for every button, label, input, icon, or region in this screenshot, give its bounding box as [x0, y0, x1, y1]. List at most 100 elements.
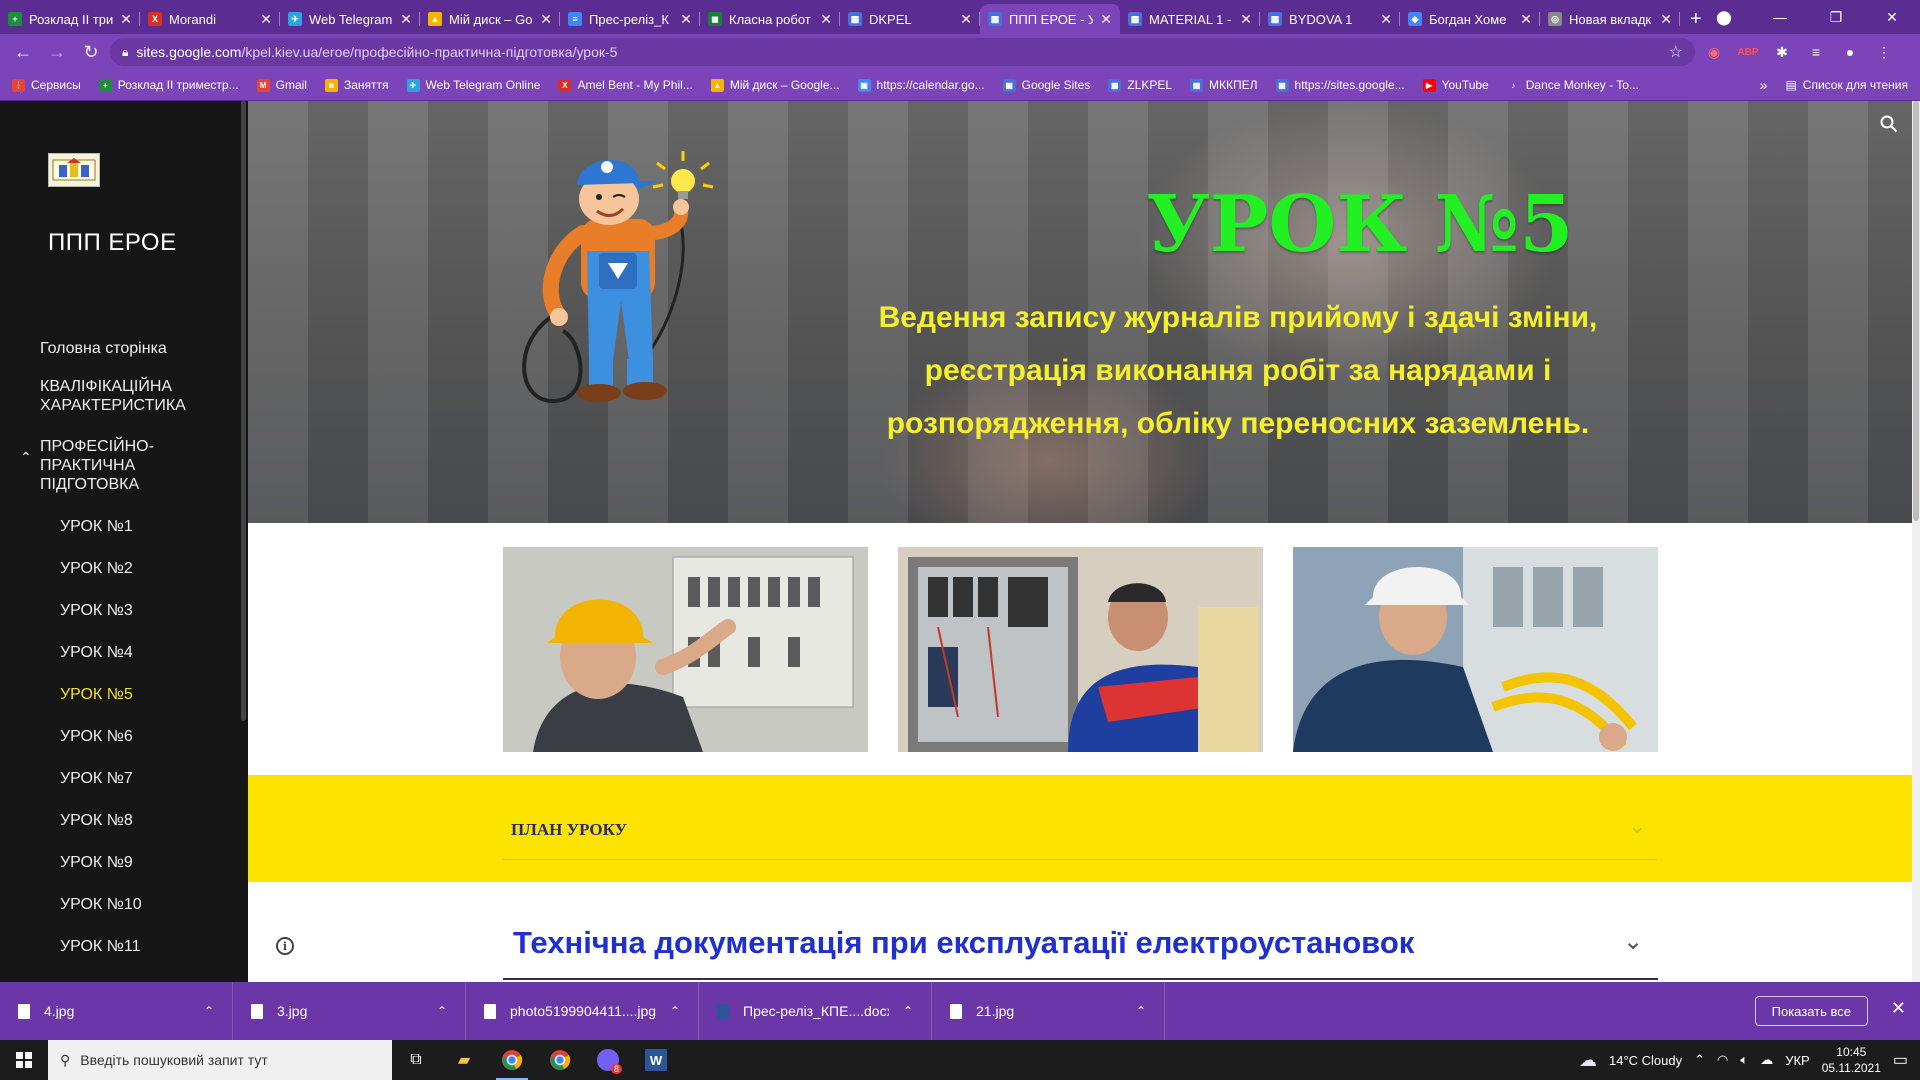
collapse-chevron-icon[interactable]: ⌃	[20, 449, 32, 466]
download-item[interactable]: photo5199904411....jpg ⌃	[466, 982, 699, 1040]
profile-menu-icon[interactable]: ⬤	[1696, 9, 1752, 26]
notifications-icon[interactable]: ▭	[1893, 1050, 1908, 1070]
chevron-up-icon[interactable]: ⌃	[1136, 1004, 1146, 1018]
bookmark-item[interactable]: M Gmail	[256, 78, 307, 92]
bookmark-item[interactable]: X Amel Bent - My Phil...	[558, 78, 693, 92]
close-tab-icon[interactable]: ✕	[820, 11, 832, 28]
nav-lesson-item[interactable]: УРОК №11	[0, 926, 248, 968]
chevron-up-icon[interactable]: ⌃	[437, 1004, 447, 1018]
nav-lesson-item[interactable]: УРОК №12	[0, 968, 248, 982]
browser-tab[interactable]: ▲ Мій диск – Go ✕	[420, 4, 560, 34]
nav-lesson-item[interactable]: УРОК №6	[0, 716, 248, 758]
nav-item-qualification[interactable]: КВАЛІФІКАЦІЙНА ХАРАКТЕРИСТИКА	[0, 377, 248, 415]
nav-lesson-item[interactable]: УРОК №10	[0, 884, 248, 926]
close-tab-icon[interactable]: ✕	[1240, 11, 1252, 28]
chrome-taskbar-icon[interactable]	[488, 1040, 536, 1080]
bookmark-item[interactable]: ▦ ZLKPEL	[1108, 78, 1172, 92]
download-item[interactable]: 4.jpg ⌃	[0, 982, 233, 1040]
chevron-down-icon[interactable]: ⌄	[1628, 813, 1646, 839]
chevron-up-icon[interactable]: ⌃	[204, 1004, 214, 1018]
nav-lesson-item[interactable]: УРОК №7	[0, 758, 248, 800]
close-tab-icon[interactable]: ✕	[1380, 11, 1392, 28]
nav-lesson-item[interactable]: УРОК №8	[0, 800, 248, 842]
browser-tab[interactable]: ◆ Богдан Хоме ✕	[1400, 4, 1540, 34]
documentation-title[interactable]: Технічна документація при експлуатації е…	[513, 925, 1414, 961]
close-tab-icon[interactable]: ✕	[960, 11, 972, 28]
search-icon[interactable]	[1880, 115, 1898, 139]
bookmark-item[interactable]: ▦ https://sites.google...	[1275, 78, 1405, 92]
close-tab-icon[interactable]: ✕	[1520, 11, 1532, 28]
back-button[interactable]: ←	[8, 37, 38, 67]
bookmark-item[interactable]: ♪ Dance Monkey - To...	[1506, 78, 1639, 92]
nav-lesson-item[interactable]: УРОК №4	[0, 632, 248, 674]
browser-tab[interactable]: X Morandi ✕	[140, 4, 280, 34]
minimize-button[interactable]: —	[1752, 9, 1808, 25]
page-scrollbar[interactable]	[1912, 101, 1920, 982]
media-control-icon[interactable]: ≡	[1801, 38, 1831, 66]
browser-tab[interactable]: ≡ Прес-реліз_К ✕	[560, 4, 700, 34]
browser-tab[interactable]: ▦ MATERIAL 1 - ✕	[1120, 4, 1260, 34]
bookmarks-overflow-button[interactable]: »	[1760, 77, 1768, 93]
profile-avatar[interactable]: ●	[1835, 38, 1865, 66]
nav-item-practical-training[interactable]: ПРОФЕСІЙНО-ПРАКТИЧНА ПІДГОТОВКА	[0, 437, 248, 494]
chevron-up-icon[interactable]: ⌃	[903, 1004, 913, 1018]
bookmark-item[interactable]: ✈ Web Telegram Online	[406, 78, 540, 92]
browser-tab[interactable]: ◎ Новая вкладк ✕	[1540, 4, 1680, 34]
extensions-puzzle-icon[interactable]: ✱	[1767, 38, 1797, 66]
download-item[interactable]: 21.jpg ⌃	[932, 982, 1165, 1040]
bookmark-star-icon[interactable]: ☆	[1669, 42, 1683, 62]
bookmark-item[interactable]: ▣ https://calendar.go...	[857, 78, 985, 92]
bookmark-item[interactable]: ▲ Мій диск – Google...	[710, 78, 840, 92]
start-button[interactable]	[0, 1040, 48, 1080]
browser-tab[interactable]: ▦ DKPEL ✕	[840, 4, 980, 34]
tray-overflow-icon[interactable]: ⌃	[1694, 1052, 1705, 1068]
chevron-up-icon[interactable]: ⌃	[670, 1004, 680, 1018]
volume-icon[interactable]: 🔈︎	[1740, 1052, 1748, 1068]
extension-adblock-icon[interactable]: ABP	[1733, 38, 1763, 66]
nav-lesson-item[interactable]: УРОК №2	[0, 548, 248, 590]
scrollbar-thumb[interactable]	[1913, 101, 1919, 521]
reload-button[interactable]: ↻	[76, 37, 106, 67]
weather-text[interactable]: 14°C Cloudy	[1609, 1053, 1682, 1068]
task-view-icon[interactable]: ⧉	[392, 1040, 440, 1080]
browser-tab[interactable]: + Розклад ІІ три ✕	[0, 4, 140, 34]
forward-button[interactable]: →	[42, 37, 72, 67]
clock[interactable]: 10:45 05.11.2021	[1822, 1044, 1881, 1076]
chrome-menu-icon[interactable]: ⋮	[1869, 38, 1899, 66]
restore-button[interactable]: ❐	[1808, 9, 1864, 26]
close-downloads-bar-icon[interactable]: ✕	[1891, 998, 1906, 1019]
language-indicator[interactable]: УКР	[1785, 1053, 1810, 1068]
bookmark-item[interactable]: ◙ Заняття	[324, 78, 389, 92]
nav-item-home[interactable]: Головна сторінка	[0, 331, 248, 365]
lesson-plan-title[interactable]: ПЛАН УРОКУ	[511, 820, 627, 840]
viber-icon[interactable]: 8	[584, 1040, 632, 1080]
close-tab-icon[interactable]: ✕	[400, 11, 412, 28]
bookmark-item[interactable]: ▦ МККПЕЛ	[1190, 78, 1258, 92]
taskbar-search-box[interactable]: ⚲ Введіть пошуковий запит тут	[48, 1040, 392, 1080]
nav-lesson-item[interactable]: УРОК №1	[0, 506, 248, 548]
nav-lesson-item[interactable]: УРОК №3	[0, 590, 248, 632]
show-all-downloads-button[interactable]: Показать все	[1754, 996, 1868, 1026]
browser-tab[interactable]: ▦ BYDOVA 1 ✕	[1260, 4, 1400, 34]
nav-lesson-item[interactable]: УРОК №9	[0, 842, 248, 884]
chrome-profile-taskbar-icon[interactable]	[536, 1040, 584, 1080]
address-bar[interactable]: 🔒︎ sites.google.com/kpel.kiev.ua/eroe/пр…	[110, 38, 1695, 66]
onedrive-cloud-icon[interactable]: ☁	[1760, 1052, 1773, 1068]
browser-tab[interactable]: ▦ ППП ЕРОЕ - У ✕	[980, 4, 1120, 34]
download-item[interactable]: Прес-реліз_КПЕ....docx ⌃	[699, 982, 932, 1040]
chevron-down-icon[interactable]: ⌄	[1623, 927, 1643, 956]
browser-tab[interactable]: ✈ Web Telegram ✕	[280, 4, 420, 34]
sidebar-scrollbar[interactable]	[241, 101, 246, 721]
close-tab-icon[interactable]: ✕	[120, 11, 132, 28]
close-window-button[interactable]: ✕	[1864, 9, 1920, 26]
network-icon[interactable]: ◠	[1717, 1052, 1728, 1068]
reading-list-button[interactable]: ▤ Список для чтения	[1785, 78, 1908, 92]
site-logo[interactable]	[48, 153, 100, 187]
close-tab-icon[interactable]: ✕	[680, 11, 692, 28]
site-title[interactable]: ППП ЕРОЕ	[48, 229, 177, 257]
close-tab-icon[interactable]: ✕	[260, 11, 272, 28]
close-tab-icon[interactable]: ✕	[1660, 11, 1672, 28]
bookmark-item[interactable]: ▦ Google Sites	[1002, 78, 1090, 92]
bookmark-item[interactable]: ▶ YouTube	[1422, 78, 1489, 92]
browser-tab[interactable]: ◼ Класна робот ✕	[700, 4, 840, 34]
